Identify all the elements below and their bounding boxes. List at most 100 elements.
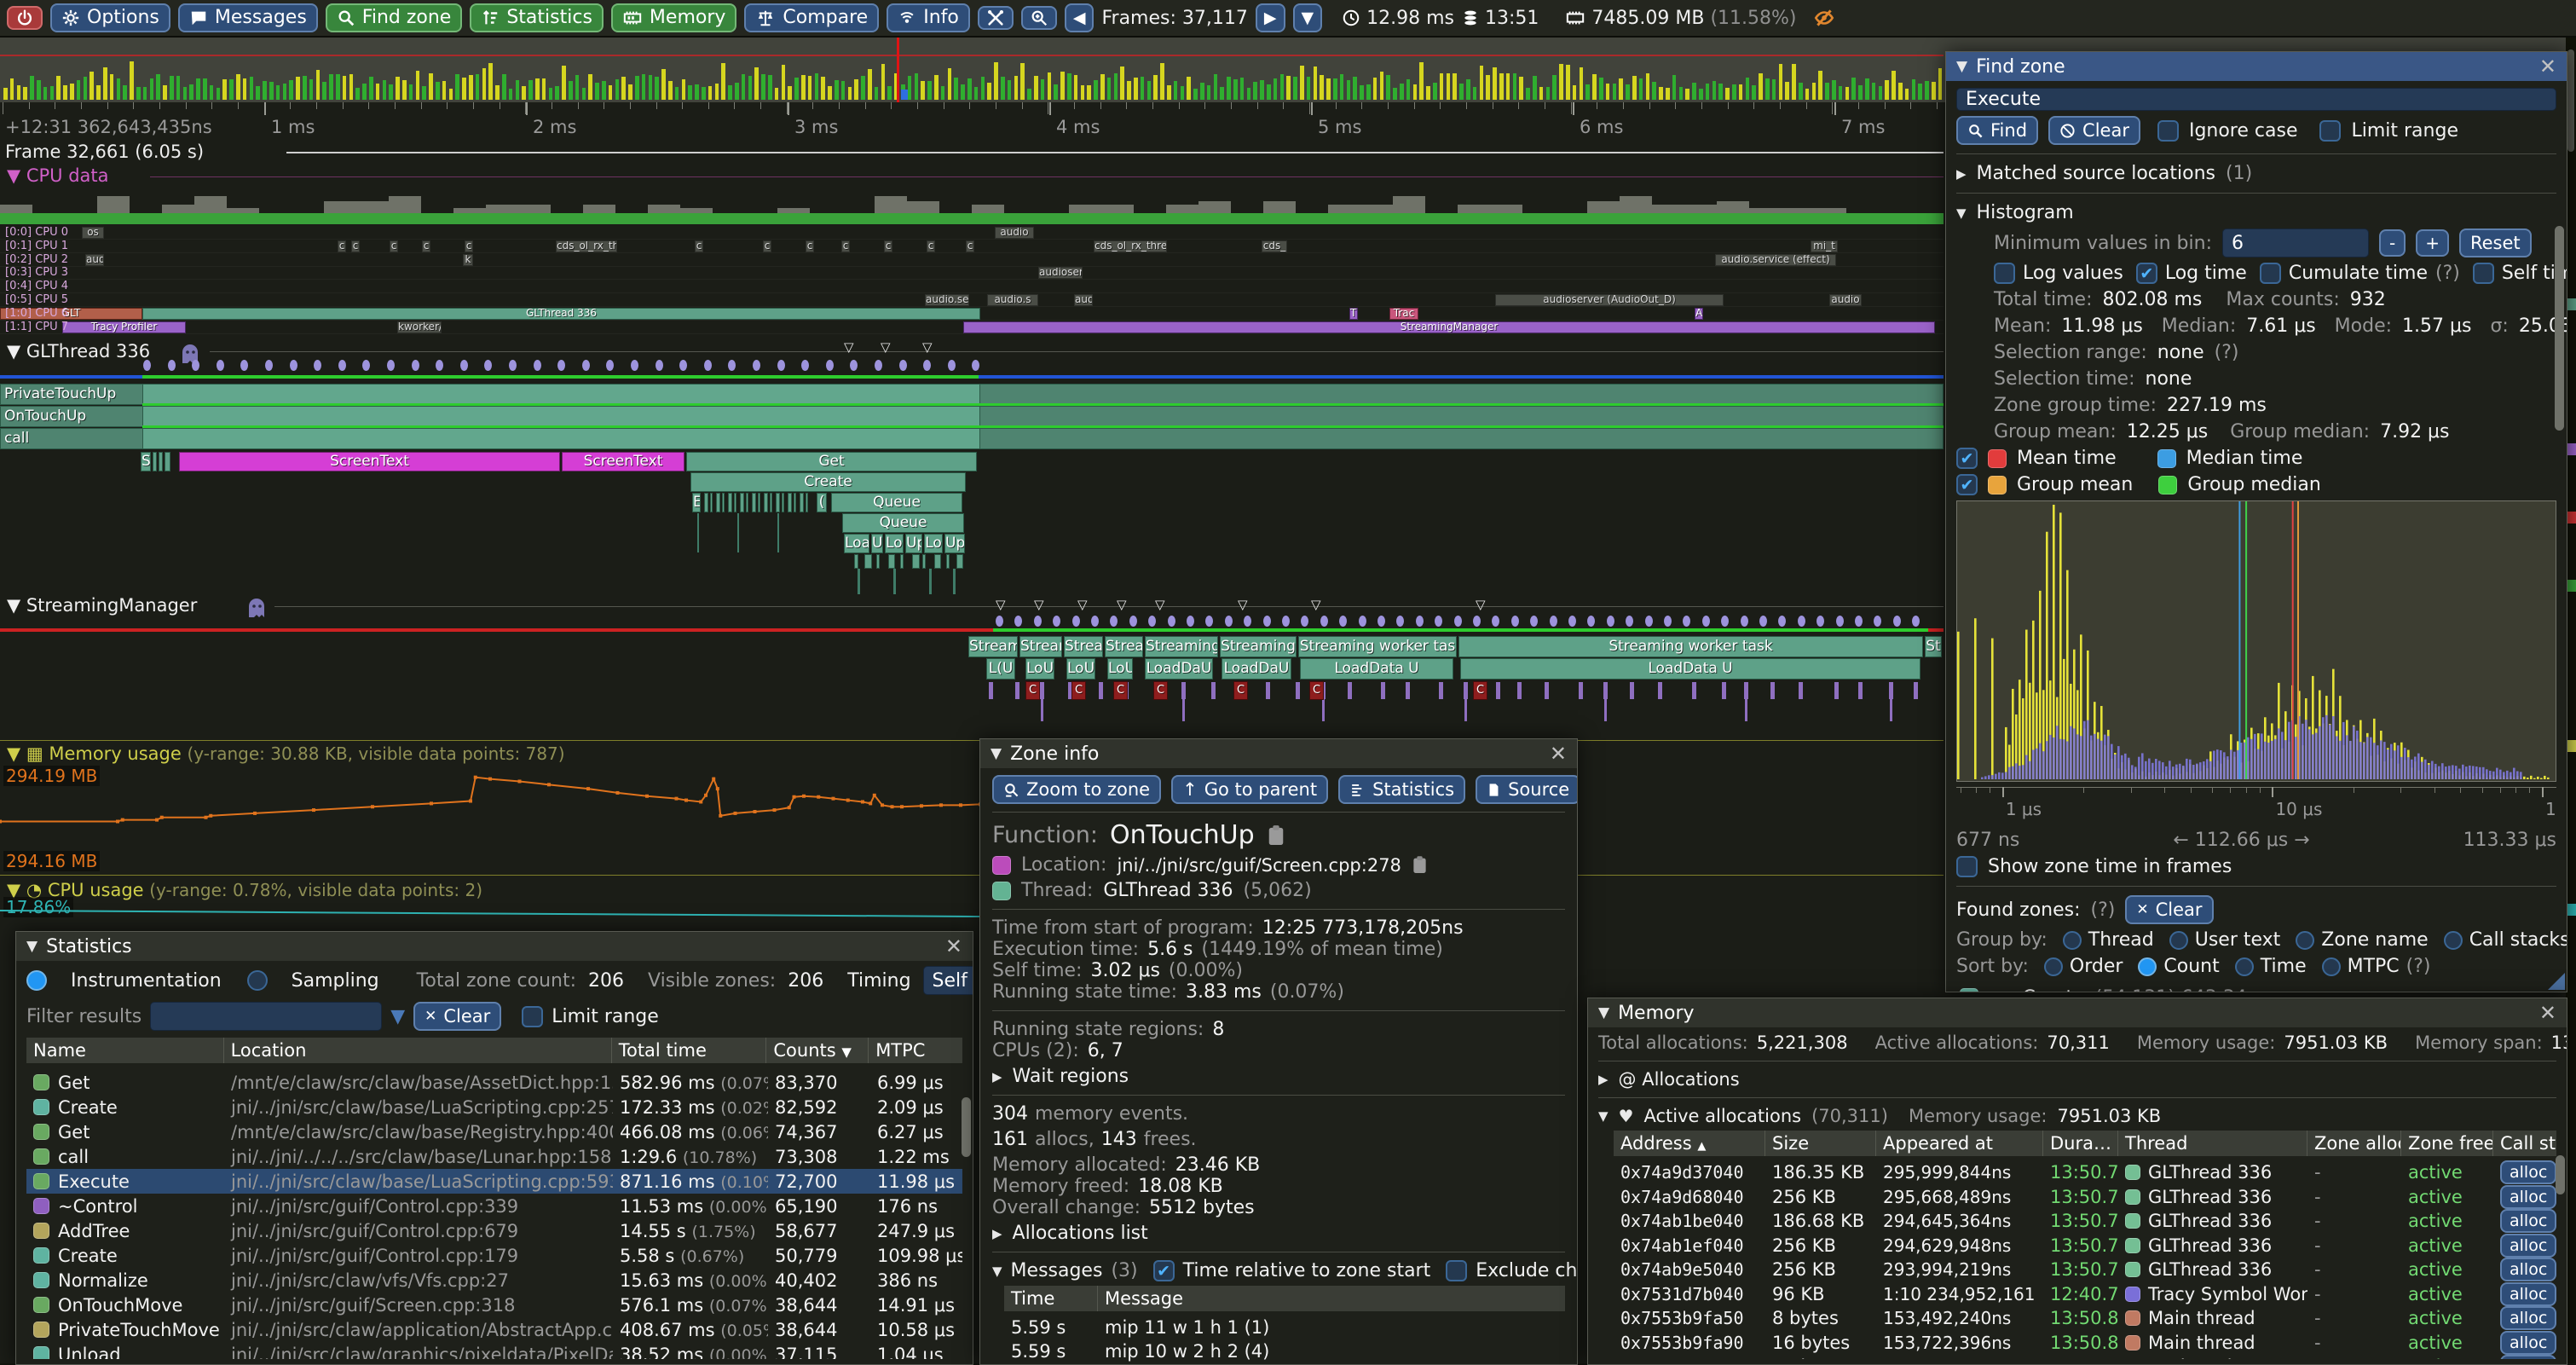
statistics-row[interactable]: Create jni/../jni/src/guif/Control.cpp:1… <box>26 1243 962 1268</box>
alloc-callstack-button[interactable]: alloc <box>2500 1306 2556 1330</box>
find-zone-title-bar[interactable]: ▼ Find zone ✕ <box>1946 52 2567 81</box>
close-icon[interactable]: ✕ <box>2539 56 2556 77</box>
found-zone-row[interactable]: ▶ Create (54,131) 643.34 ms <box>1956 982 2556 992</box>
sample-zone[interactable] <box>1517 682 1522 699</box>
timeline-zone[interactable]: audioser <box>1038 267 1083 279</box>
frame-label[interactable]: Frame 32,661 (6.05 s) <box>5 142 204 162</box>
sample-zone[interactable] <box>1099 682 1103 699</box>
mean-time-checkbox[interactable]: ✔ <box>1956 448 1978 469</box>
statistics-row[interactable]: PrivateTouchMove jni/../jni/src/claw/app… <box>26 1317 962 1342</box>
radio-call-stacks[interactable] <box>2444 931 2463 950</box>
timeline-zone[interactable]: aud <box>1074 294 1093 306</box>
statistics-row[interactable]: OnTouchMove jni/../jni/src/guif/Screen.c… <box>26 1293 962 1317</box>
sample-zone[interactable] <box>1496 682 1500 699</box>
timeline-zone[interactable]: Strea <box>1105 636 1143 657</box>
sample-dot[interactable] <box>1912 616 1920 627</box>
radio-thread[interactable] <box>2063 931 2082 950</box>
sample-dot[interactable] <box>1072 616 1080 627</box>
timeline-zone[interactable]: c <box>927 240 935 252</box>
bin-minus-button[interactable]: - <box>2379 229 2406 257</box>
sample-zone[interactable] <box>1579 682 1583 699</box>
timeline-zone[interactable] <box>758 493 760 512</box>
timeline-zone[interactable]: Loa <box>844 534 869 553</box>
timeline-zone[interactable]: Up <box>905 534 922 553</box>
timeline-zone[interactable] <box>165 452 170 471</box>
timeline-zone[interactable]: Create <box>690 472 966 492</box>
statistics-row[interactable]: Normalize jni/../jni/src/claw/vfs/Vfs.cp… <box>26 1268 962 1293</box>
column-zone-alloc[interactable]: Zone alloc <box>2307 1131 2401 1156</box>
sample-dot[interactable] <box>143 360 151 371</box>
statistics-row[interactable]: Execute jni/../jni/src/claw/base/LuaScri… <box>26 1169 962 1194</box>
timeline-zone[interactable] <box>800 493 804 512</box>
timeline-zone[interactable] <box>764 493 768 512</box>
sample-dot[interactable] <box>1645 616 1653 627</box>
timeline-zone[interactable]: Streaming worker task <box>1458 636 1923 657</box>
sample-zone[interactable] <box>1914 682 1918 699</box>
close-icon[interactable]: ✕ <box>945 936 962 957</box>
timeline-zone[interactable]: audio.s <box>987 294 1038 306</box>
expand-icon[interactable]: ▶ <box>2002 990 2013 992</box>
timeline-zone[interactable]: GLThread 336 <box>142 308 980 320</box>
sample-dot[interactable] <box>1530 616 1538 627</box>
timeline-zone[interactable]: c <box>390 240 398 252</box>
timeline-zone[interactable]: LoadData U <box>1300 658 1453 680</box>
message-marker-icon[interactable]: ▽ <box>844 339 854 355</box>
sample-dot[interactable] <box>1416 616 1424 627</box>
sample-dot[interactable] <box>1053 616 1060 627</box>
sample-dot[interactable] <box>1550 616 1557 627</box>
sample-dot[interactable] <box>1014 616 1022 627</box>
timeline-zone[interactable] <box>806 493 808 512</box>
sample-dot[interactable] <box>1129 616 1137 627</box>
cpu-usage-chart[interactable] <box>0 902 980 928</box>
message-marker-icon[interactable]: ▽ <box>1238 597 1248 612</box>
timeline-zone[interactable] <box>876 554 880 569</box>
message-marker-icon[interactable]: ▽ <box>996 597 1006 612</box>
sample-dot[interactable] <box>1091 616 1099 627</box>
sample-dot[interactable] <box>1893 616 1901 627</box>
sample-dot[interactable] <box>217 360 224 371</box>
timeline-zone[interactable]: c <box>351 240 360 252</box>
column-location[interactable]: Location <box>224 1038 612 1063</box>
column-name[interactable]: Name <box>26 1038 224 1063</box>
timeline-zone[interactable]: ( <box>817 493 827 512</box>
timeline-zone[interactable] <box>888 554 895 569</box>
timeline-zone[interactable]: Streaming <box>1220 636 1297 657</box>
sample-dot[interactable] <box>240 360 248 371</box>
radio-time[interactable] <box>2235 957 2254 976</box>
alloc-callstack-button[interactable]: alloc <box>2500 1355 2556 1359</box>
exclude-children-checkbox[interactable] <box>1446 1260 1467 1281</box>
tools-button[interactable] <box>978 6 1014 30</box>
memory-usage-chart[interactable] <box>0 771 980 853</box>
message-marker-icon[interactable]: ▽ <box>1117 597 1127 612</box>
sample-dot[interactable] <box>1282 616 1290 627</box>
sample-dot[interactable] <box>1359 616 1366 627</box>
timeline-zone[interactable]: LoU <box>1107 658 1133 680</box>
sample-dot[interactable] <box>656 360 663 371</box>
sample-zone[interactable] <box>1545 682 1549 699</box>
close-icon[interactable]: ✕ <box>2539 1003 2556 1023</box>
sample-dot[interactable] <box>362 360 370 371</box>
sample-dot[interactable] <box>1874 616 1881 627</box>
timeline-zone[interactable]: C <box>1153 681 1168 700</box>
sample-zone[interactable] <box>1266 682 1270 699</box>
timeline-zone[interactable]: S <box>141 452 151 471</box>
timeline-zone[interactable]: Lo <box>924 534 943 553</box>
timeline-zone[interactable]: Streaming worker tas <box>1298 636 1457 657</box>
alloc-callstack-button[interactable]: alloc <box>2500 1185 2556 1209</box>
allocation-row[interactable]: 0x7531d7b040 96 KB 1:10 234,952,161 12:4… <box>1614 1282 2556 1307</box>
timeline-zone[interactable]: C <box>1113 681 1128 700</box>
sample-dot[interactable] <box>923 360 931 371</box>
sample-dot[interactable] <box>1034 616 1042 627</box>
timeline-zone[interactable] <box>710 493 713 512</box>
zoom-to-zone-button[interactable]: Zoom to zone <box>992 775 1161 804</box>
timeline-zone[interactable] <box>946 554 950 569</box>
timing-dropdown[interactable]: Self only▼ <box>923 966 973 995</box>
timeline-zone[interactable]: c <box>465 240 473 252</box>
timeline-zone[interactable]: audio <box>995 227 1034 239</box>
timeline-zone[interactable] <box>864 554 872 569</box>
filter-input[interactable] <box>150 1002 382 1031</box>
found-clear-button[interactable]: ✕ Clear <box>2125 895 2213 924</box>
column-counts[interactable]: Counts ▼ <box>766 1038 869 1063</box>
sample-zone[interactable] <box>1692 682 1696 699</box>
timeline-zone[interactable]: k <box>463 254 473 266</box>
